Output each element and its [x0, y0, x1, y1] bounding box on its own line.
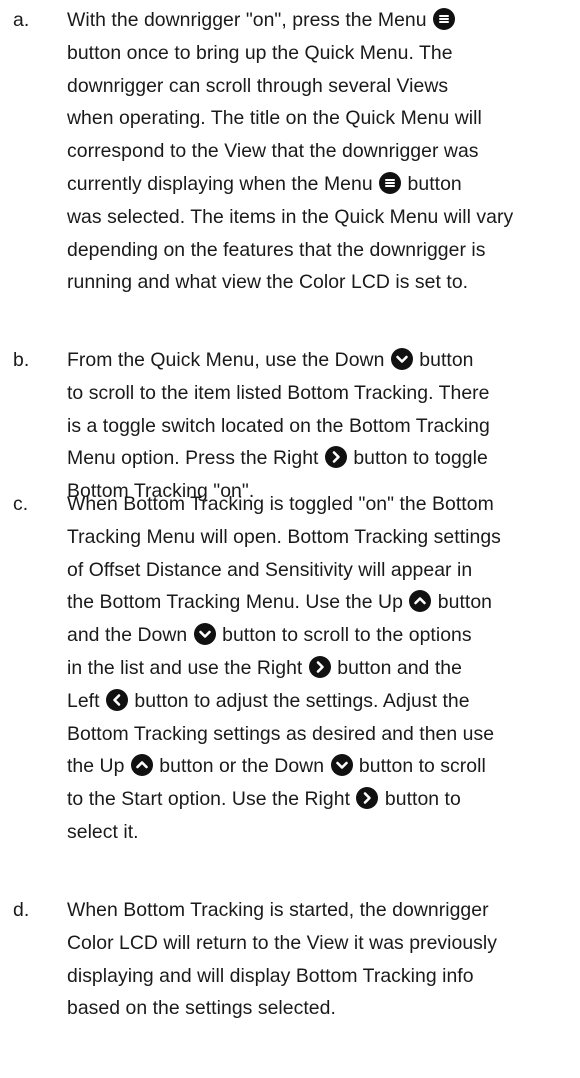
- text-segment: button to scroll: [353, 755, 486, 778]
- step-marker: a.: [13, 9, 30, 31]
- text-segment: button or the Down: [153, 755, 330, 778]
- text-line: based on the settings selected.: [67, 992, 497, 1025]
- text-line: Color LCD will return to the View it was…: [67, 927, 497, 960]
- right-button-icon: [308, 655, 331, 678]
- text-line: to the Start option. Use the Right butto…: [67, 783, 501, 816]
- text-line: and the Down button to scroll to the opt…: [67, 619, 501, 652]
- text-line: correspond to the View that the downrigg…: [67, 135, 513, 168]
- down-button-icon: [193, 623, 216, 646]
- text-segment: button to: [379, 788, 461, 811]
- text-segment: button: [413, 349, 474, 371]
- text-segment: depending on the features that the downr…: [67, 238, 486, 261]
- text-line: of Offset Distance and Sensitivity will …: [67, 554, 501, 587]
- step-text: With the downrigger "on", press the Menu…: [67, 4, 513, 299]
- text-segment: Left: [67, 689, 105, 712]
- text-line: When Bottom Tracking is started, the dow…: [67, 894, 497, 927]
- text-line: button once to bring up the Quick Menu. …: [67, 37, 513, 70]
- text-segment: was selected. The items in the Quick Men…: [67, 205, 514, 228]
- text-segment: When Bottom Tracking is started, the dow…: [67, 899, 489, 921]
- text-segment: button to adjust the settings. Adjust th…: [128, 689, 470, 712]
- text-segment: to scroll to the item listed Bottom Trac…: [67, 381, 490, 404]
- step-marker: b.: [13, 349, 30, 371]
- text-line: With the downrigger "on", press the Menu: [67, 4, 513, 37]
- text-segment: is a toggle switch located on the Bottom…: [67, 414, 490, 437]
- text-line: in the list and use the Right button and…: [67, 652, 501, 685]
- text-segment: button and the: [331, 656, 462, 679]
- text-line: When Bottom Tracking is toggled "on" the…: [67, 488, 501, 521]
- step-text: From the Quick Menu, use the Down button…: [67, 344, 490, 508]
- down-button-icon: [330, 754, 353, 777]
- text-segment: Bottom Tracking settings as desired and …: [67, 722, 495, 745]
- text-segment: and the Down: [67, 624, 193, 647]
- text-segment: From the Quick Menu, use the Down: [67, 349, 390, 371]
- step-marker: d.: [13, 899, 30, 921]
- text-line: Tracking Menu will open. Bottom Tracking…: [67, 521, 501, 554]
- step-a: a. With the downrigger "on", press the M…: [0, 4, 521, 299]
- text-segment: button once to bring up the Quick Menu. …: [67, 41, 453, 64]
- text-line: currently displaying when the Menu butto…: [67, 168, 513, 201]
- text-segment: select it.: [67, 820, 139, 843]
- text-segment: based on the settings selected.: [67, 997, 336, 1020]
- text-segment: button to toggle: [347, 447, 488, 470]
- text-segment: currently displaying when the Menu: [67, 172, 379, 195]
- text-line: the Up button or the Down button to scro…: [67, 750, 501, 783]
- step-text: When Bottom Tracking is started, the dow…: [67, 894, 497, 1025]
- text-segment: button: [432, 591, 493, 614]
- text-line: displaying and will display Bottom Track…: [67, 960, 497, 993]
- text-line: to scroll to the item listed Bottom Trac…: [67, 377, 490, 410]
- text-segment: to the Start option. Use the Right: [67, 788, 356, 811]
- text-line: the Bottom Tracking Menu. Use the Up but…: [67, 586, 501, 619]
- text-segment: button to scroll to the options: [216, 624, 472, 647]
- text-segment: Menu option. Press the Right: [67, 447, 324, 470]
- menu-button-icon: [379, 171, 402, 194]
- text-segment: Tracking Menu will open. Bottom Tracking…: [67, 525, 501, 548]
- text-segment: the Bottom Tracking Menu. Use the Up: [67, 591, 409, 614]
- text-line: when operating. The title on the Quick M…: [67, 102, 513, 135]
- text-segment: in the list and use the Right: [67, 656, 308, 679]
- text-line: select it.: [67, 816, 501, 849]
- text-segment: running and what view the Color LCD is s…: [67, 271, 469, 294]
- text-segment: Color LCD will return to the View it was…: [67, 931, 498, 954]
- step-c: c. When Bottom Tracking is toggled "on" …: [0, 488, 509, 849]
- text-line: running and what view the Color LCD is s…: [67, 266, 513, 299]
- up-button-icon: [130, 754, 153, 777]
- text-segment: the Up: [67, 755, 130, 778]
- text-segment: button: [402, 172, 462, 195]
- text-line: was selected. The items in the Quick Men…: [67, 201, 513, 234]
- down-button-icon: [390, 348, 413, 370]
- right-button-icon: [324, 446, 347, 469]
- text-line: Left button to adjust the settings. Adju…: [67, 685, 501, 718]
- up-button-icon: [409, 590, 432, 613]
- text-segment: when operating. The title on the Quick M…: [67, 107, 482, 130]
- right-button-icon: [356, 787, 379, 810]
- text-segment: downrigger can scroll through several Vi…: [67, 74, 449, 97]
- text-segment: displaying and will display Bottom Track…: [67, 964, 474, 987]
- text-segment: of Offset Distance and Sensitivity will …: [67, 558, 473, 581]
- menu-button-icon: [433, 8, 456, 30]
- text-line: depending on the features that the downr…: [67, 234, 513, 267]
- text-segment: correspond to the View that the downrigg…: [67, 140, 479, 163]
- step-b: b. From the Quick Menu, use the Down but…: [0, 344, 498, 508]
- step-marker: c.: [13, 493, 29, 515]
- text-line: Menu option. Press the Right button to t…: [67, 442, 490, 475]
- text-line: downrigger can scroll through several Vi…: [67, 70, 513, 103]
- text-segment: When Bottom Tracking is toggled "on" the…: [67, 493, 494, 515]
- text-line: Bottom Tracking settings as desired and …: [67, 718, 501, 751]
- step-text: When Bottom Tracking is toggled "on" the…: [67, 488, 501, 849]
- left-button-icon: [105, 688, 128, 711]
- text-segment: With the downrigger "on", press the Menu: [67, 9, 433, 31]
- text-line: is a toggle switch located on the Bottom…: [67, 410, 490, 443]
- step-d: d. When Bottom Tracking is started, the …: [0, 894, 505, 1025]
- text-line: From the Quick Menu, use the Down button: [67, 344, 490, 377]
